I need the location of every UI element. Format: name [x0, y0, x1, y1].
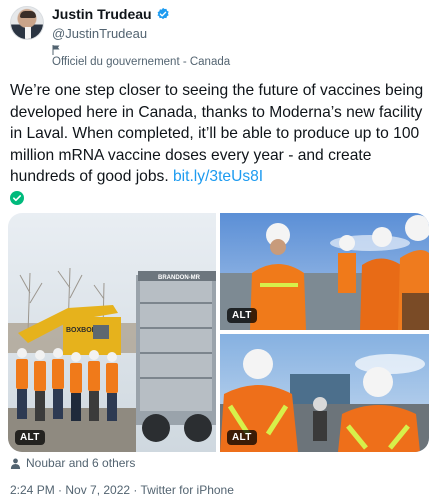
photo-1[interactable]: BOXBORO BRANDON-MR ALT — [8, 213, 216, 452]
tweet-text: We’re one step closer to seeing the futu… — [10, 80, 434, 188]
photo-grid: BOXBORO BRANDON-MR ALT ALT ALT — [8, 213, 429, 452]
handle[interactable]: @JustinTrudeau — [52, 26, 170, 41]
photo-3[interactable]: ALT — [220, 334, 429, 452]
tweet-timestamp[interactable]: 2:24 PM · Nov 7, 2022 · Twitter for iPho… — [10, 483, 234, 497]
photo-2[interactable]: ALT — [220, 213, 429, 330]
avatar[interactable] — [10, 6, 44, 40]
check-circle-icon — [10, 191, 24, 205]
likes-row[interactable]: Noubar and 6 others — [10, 456, 135, 470]
likes-text[interactable]: Noubar and 6 others — [26, 456, 135, 470]
verified-badge-icon — [156, 7, 169, 20]
flag-icon — [52, 45, 60, 55]
truck-sign: BRANDON-MR — [158, 275, 201, 281]
person-icon — [10, 458, 21, 469]
display-name-text[interactable]: Justin Trudeau — [52, 6, 152, 22]
tweet-link[interactable]: bit.ly/3teUs8I — [173, 168, 263, 185]
display-name[interactable]: Justin Trudeau — [52, 6, 170, 22]
alt-badge[interactable]: ALT — [227, 430, 257, 445]
alt-badge[interactable]: ALT — [15, 430, 45, 445]
alt-badge[interactable]: ALT — [227, 308, 257, 323]
author-block[interactable]: Justin Trudeau @JustinTrudeau — [52, 6, 170, 41]
government-label: Officiel du gouvernement - Canada — [52, 56, 231, 68]
tweet-header: Justin Trudeau @JustinTrudeau Officiel d… — [10, 6, 430, 68]
construction-site-image: BOXBORO BRANDON-MR — [8, 213, 216, 452]
